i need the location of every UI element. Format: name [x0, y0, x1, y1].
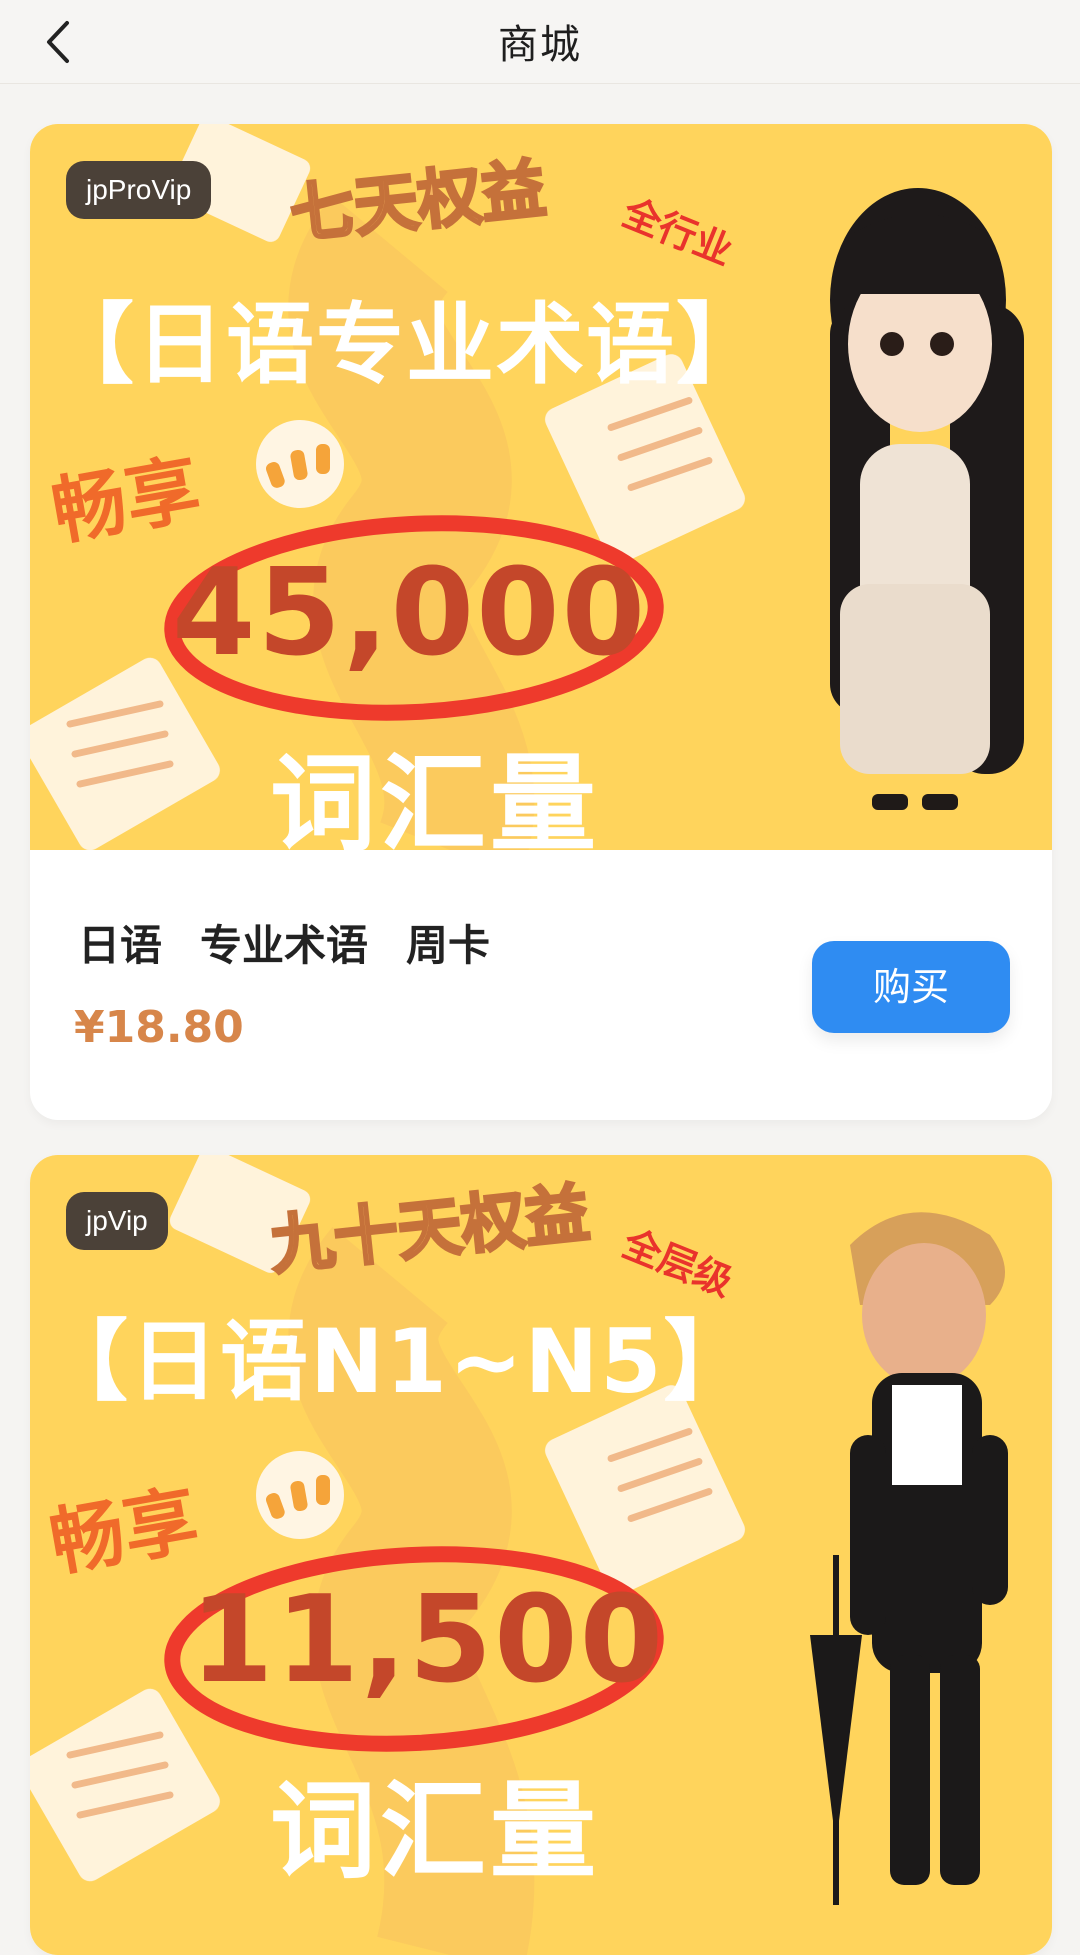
- buy-button[interactable]: 购买: [812, 941, 1010, 1033]
- vocab-count: 11,500: [190, 1571, 666, 1710]
- banner-main-title: 【日语专业术语】: [46, 293, 767, 396]
- product-name-part: 周卡: [406, 921, 491, 970]
- vocab-label: 词汇量: [270, 743, 600, 850]
- vip-tag: jpVip: [66, 1192, 168, 1250]
- product-name: 日语 专业术语 周卡: [78, 912, 490, 973]
- app-header: 商城: [0, 0, 1080, 84]
- vocab-count: 45,000: [172, 544, 648, 683]
- product-price: ¥18.80: [74, 1002, 244, 1053]
- vip-tag: jpProVip: [66, 161, 212, 219]
- product-card[interactable]: jpProVip 七天权益 全行业 【日语专业术语】 畅享 45,000 词汇量…: [30, 124, 1052, 1120]
- product-info: 日语 专业术语 周卡 ¥18.80 购买: [30, 850, 1052, 1120]
- page-title: 商城: [498, 22, 582, 68]
- vocab-label: 词汇量: [270, 1770, 600, 1893]
- product-card[interactable]: jpVip 九十天权益 全层级 【日语N1~N5】 畅享 11,500 词汇量: [30, 1155, 1052, 1955]
- product-banner: jpProVip 七天权益 全行业 【日语专业术语】 畅享 45,000 词汇量: [30, 124, 1052, 850]
- product-banner: jpVip 九十天权益 全层级 【日语N1~N5】 畅享 11,500 词汇量: [30, 1155, 1052, 1955]
- banner-main-title: 【日语N1~N5】: [40, 1310, 754, 1413]
- product-name-part: 日语: [78, 921, 163, 970]
- product-name-part: 专业术语: [200, 921, 369, 970]
